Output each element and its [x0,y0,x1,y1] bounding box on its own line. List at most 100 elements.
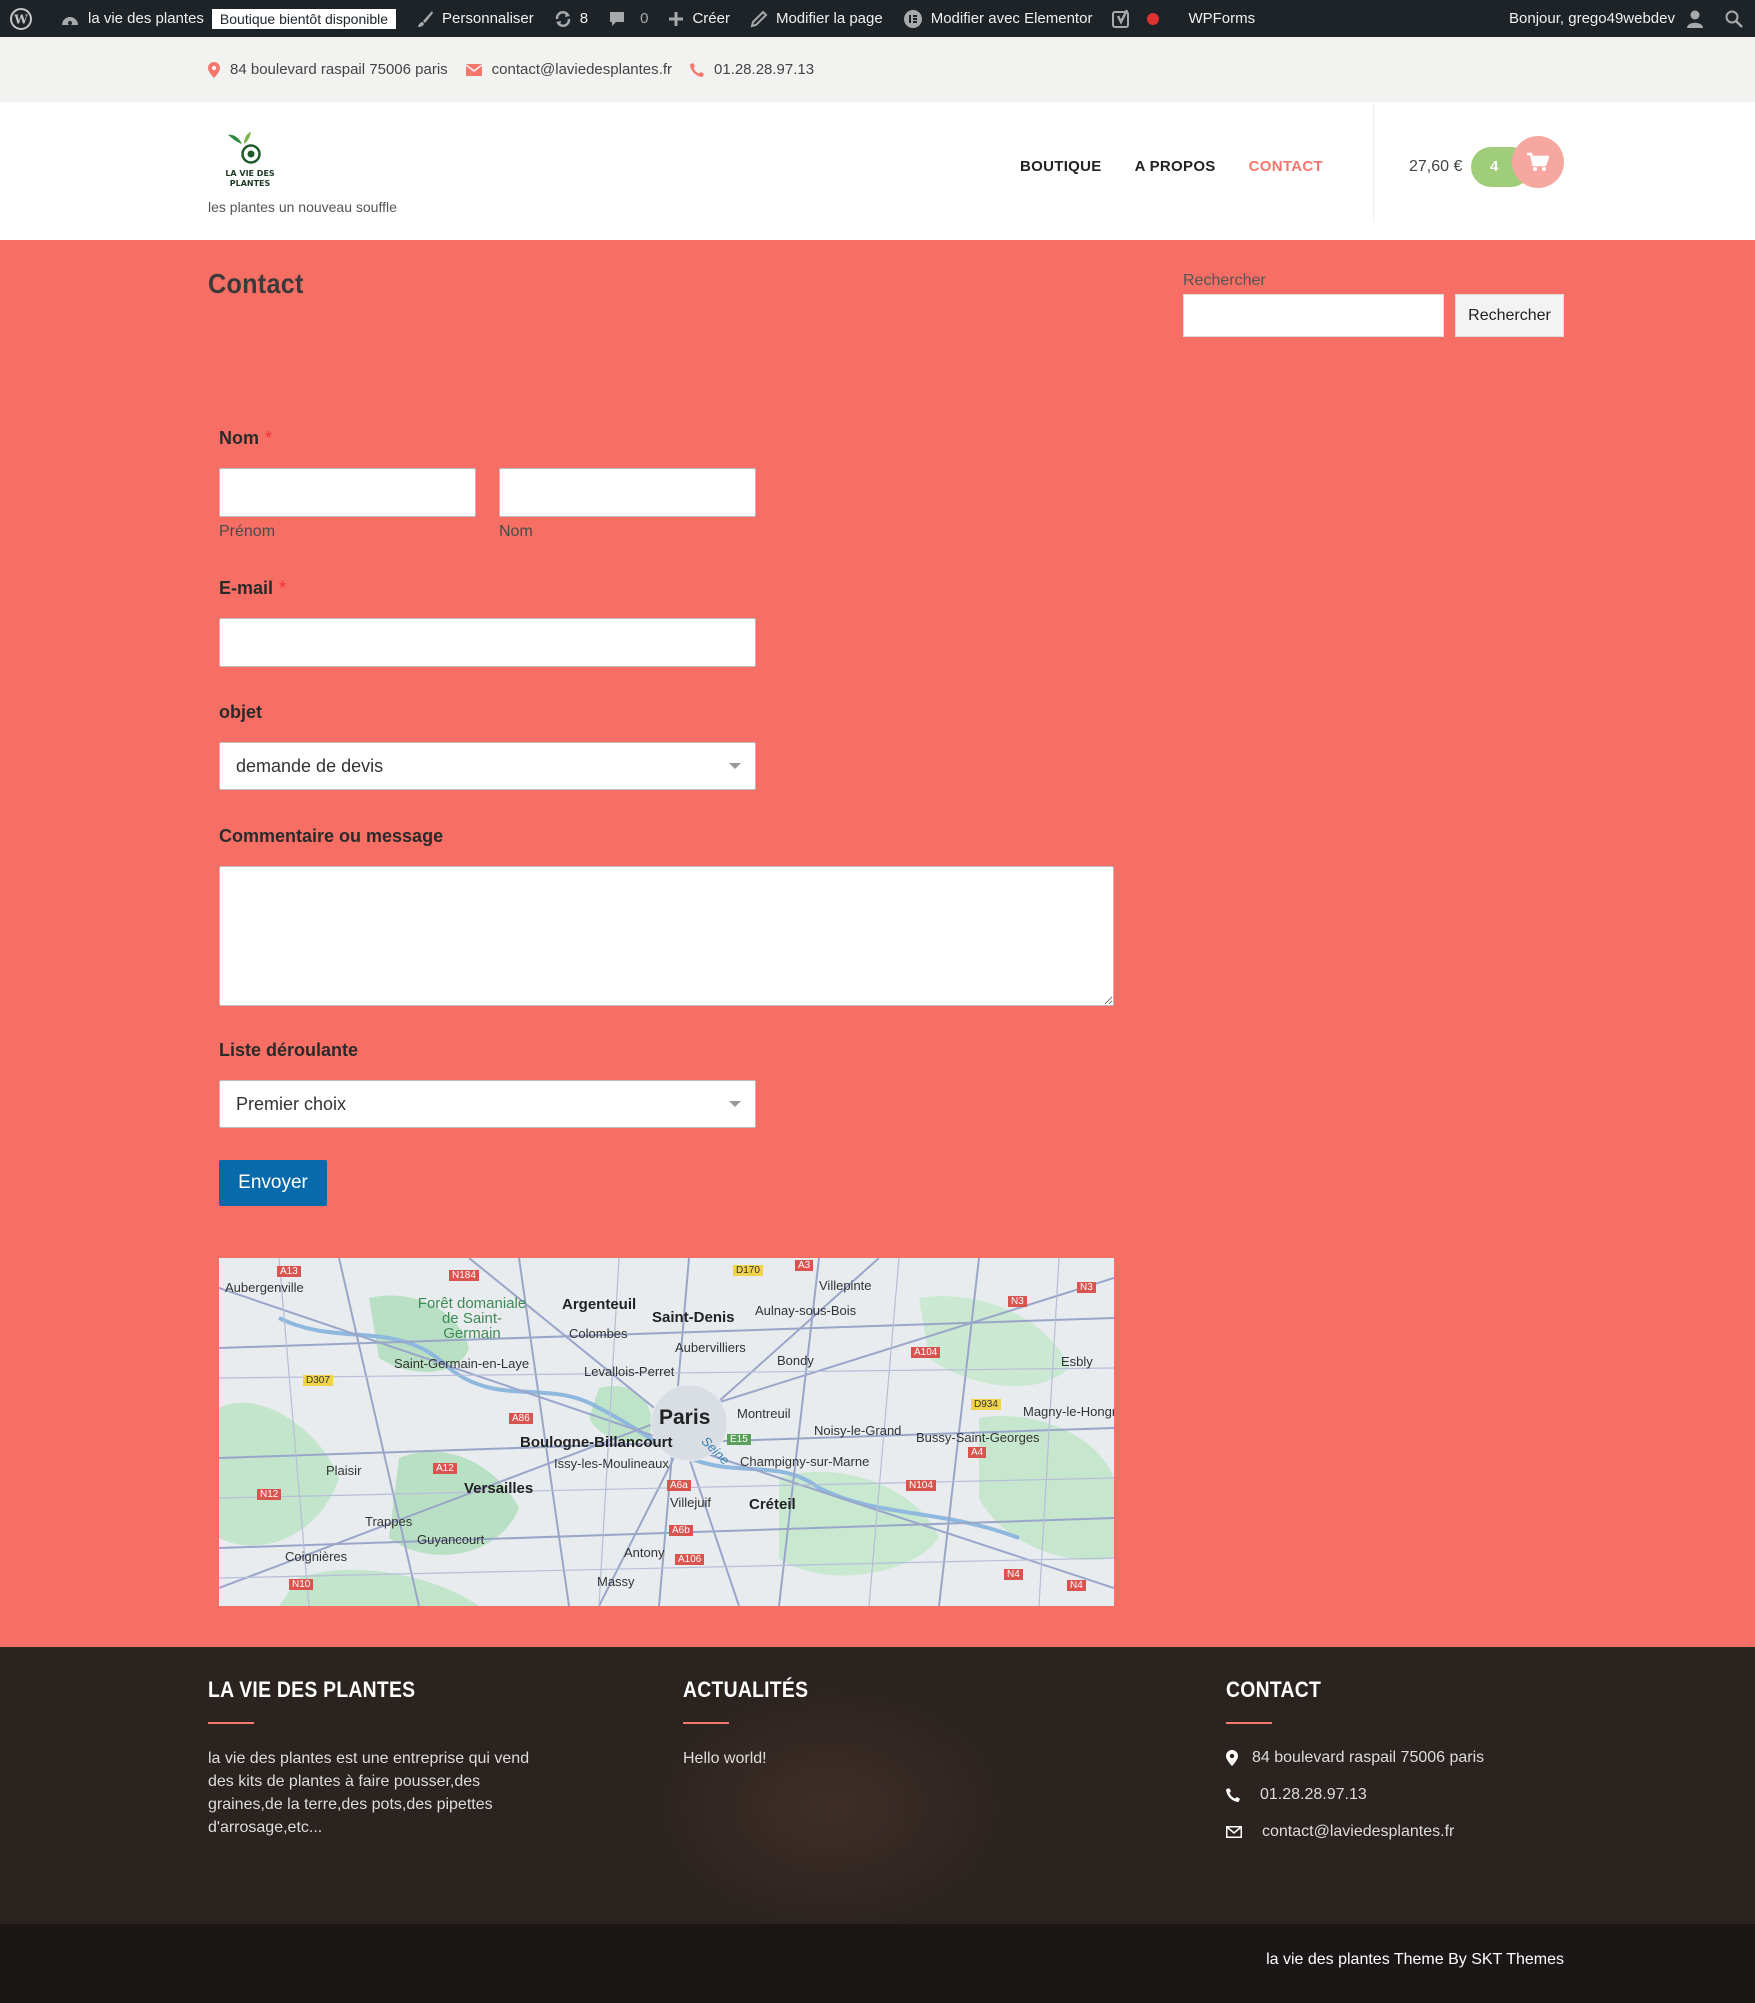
comment-icon [610,11,625,26]
footer-divider [208,1722,254,1724]
dropdown-label: Liste déroulante [219,1040,359,1060]
nav-boutique[interactable]: BOUTIQUE [1020,158,1102,175]
subject-select[interactable]: demande de devis [219,742,756,790]
account-menu[interactable]: Bonjour, grego49webdev [1499,0,1715,37]
cart-icon [1527,152,1549,171]
contact-info-bar: 84 boulevard raspail 75006 paris contact… [0,37,1755,102]
search-input[interactable] [1183,294,1444,337]
required-mark: * [265,428,273,448]
info-email[interactable]: contact@laviedesplantes.fr [465,61,672,78]
footer-news-post-link[interactable]: Hello world! [683,1747,767,1770]
map-label: Saint-Germain-en-Laye [394,1356,530,1371]
email-label-text: E-mail [219,578,274,598]
map-label-argenteuil: Argenteuil [562,1296,637,1313]
footer-address: 84 boulevard raspail 75006 paris [1226,1749,1484,1767]
footer-divider [683,1722,729,1724]
admin-search[interactable] [1715,0,1755,37]
phone-icon [1226,1788,1240,1802]
updates-icon [555,10,571,27]
site-footer: LA VIE DES PLANTES la vie des plantes es… [0,1647,1755,1924]
new-label: Créer [692,10,730,27]
choice-select[interactable]: Premier choix [219,1080,756,1128]
last-name-sublabel: Nom [499,523,533,540]
map-road-badge: A4 [968,1447,987,1458]
search-label: Rechercher [1183,272,1266,289]
map-label-boulogne: Boulogne-Billancourt [520,1434,673,1451]
map-road-badge: D934 [971,1399,1001,1410]
dashboard-icon [62,16,78,25]
pencil-icon [750,10,768,27]
yoast-icon [1112,8,1130,28]
map-road-badge: N104 [906,1480,936,1491]
wordpress-logo-menu[interactable]: W [0,0,50,37]
map-label: Plaisir [326,1463,362,1478]
cart-button[interactable] [1512,136,1564,188]
map-label: Colombes [569,1326,628,1341]
last-name-input[interactable] [499,468,756,517]
map-label-saint-denis: Saint-Denis [652,1309,735,1326]
customize-link[interactable]: Personnaliser [406,0,544,37]
header-divider [1373,102,1374,222]
map-pin-icon [208,61,220,78]
map-label: Villepinte [819,1278,872,1293]
edit-page-link[interactable]: Modifier la page [740,0,893,37]
main-navigation: BOUTIQUE A PROPOS CONTACT [1020,158,1356,175]
footer-about-text: la vie des plantes est une entreprise qu… [208,1750,530,1836]
map-label: Aubervilliers [675,1340,746,1355]
first-name-input[interactable] [219,468,476,517]
message-textarea[interactable] [219,866,1114,1006]
yoast-menu[interactable] [1102,0,1178,37]
info-phone-text: 01.28.28.97.13 [713,61,815,78]
theme-credit[interactable]: la vie des plantes Theme By SKT Themes [1266,1951,1564,1969]
search-button[interactable]: Rechercher [1455,294,1564,337]
submit-button[interactable]: Envoyer [219,1160,327,1206]
nav-contact[interactable]: CONTACT [1249,158,1323,175]
required-mark: * [279,578,287,598]
map-road-badge: D170 [733,1265,763,1276]
map-label: Antony [624,1545,665,1560]
footer-email[interactable]: contact@laviedesplantes.fr [1226,1823,1454,1841]
envelope-icon [465,63,482,76]
map-label-versailles: Versailles [464,1480,534,1497]
embedded-map[interactable]: Paris Argenteuil Saint-Denis Boulogne-Bi… [219,1258,1114,1606]
envelope-icon [1226,1826,1242,1838]
name-field-label: Nom * [219,428,272,449]
updates-count: 8 [579,10,589,27]
footer-phone[interactable]: 01.28.28.97.13 [1226,1786,1367,1804]
wpforms-menu[interactable]: WPForms [1178,0,1265,37]
map-label: Aulnay-sous-Bois [755,1303,857,1318]
map-label: Bussy-Saint-Georges [916,1430,1040,1445]
map-label: Esbly [1061,1354,1093,1369]
map-label: Noisy-le-Grand [814,1423,902,1438]
map-road-badge: E15 [727,1434,751,1445]
map-road-badge: N4 [1004,1569,1023,1580]
map-label: Massy [597,1574,635,1589]
info-address: 84 boulevard raspail 75006 paris [208,61,448,78]
cart-total[interactable]: 27,60 € [1409,158,1462,176]
info-phone[interactable]: 01.28.28.97.13 [689,61,815,78]
email-input[interactable] [219,618,756,667]
site-name-menu[interactable]: la vie des plantes Boutique bientôt disp… [50,0,406,37]
maintenance-badge[interactable]: Boutique bientôt disponible [211,8,397,29]
map-road-badge: N3 [1077,1282,1096,1293]
map-label-paris: Paris [659,1406,711,1429]
map-label: Trappes [365,1514,413,1529]
svg-text:PLANTES: PLANTES [230,179,271,188]
comments-link[interactable]: 0 [598,0,658,37]
edit-page-label: Modifier la page [775,10,883,27]
map-label: Coignières [285,1549,348,1564]
first-name-sublabel: Prénom [219,523,276,540]
map-label: Aubergenville [225,1280,304,1295]
nav-a-propos[interactable]: A PROPOS [1135,158,1216,175]
footer-about-title: LA VIE DES PLANTES [208,1677,416,1702]
map-label: Magny-le-Hongre [1023,1404,1114,1419]
site-logo[interactable]: LA VIE DES PLANTES [212,130,288,190]
updates-link[interactable]: 8 [544,0,598,37]
map-pin-icon [1226,1750,1238,1766]
name-label-text: Nom [219,428,259,448]
map-road-badge: A12 [433,1463,457,1474]
map-label: Montreuil [737,1406,791,1421]
edit-elementor-link[interactable]: Modifier avec Elementor [893,0,1103,37]
phone-icon [689,62,704,77]
new-content-menu[interactable]: Créer [658,0,740,37]
